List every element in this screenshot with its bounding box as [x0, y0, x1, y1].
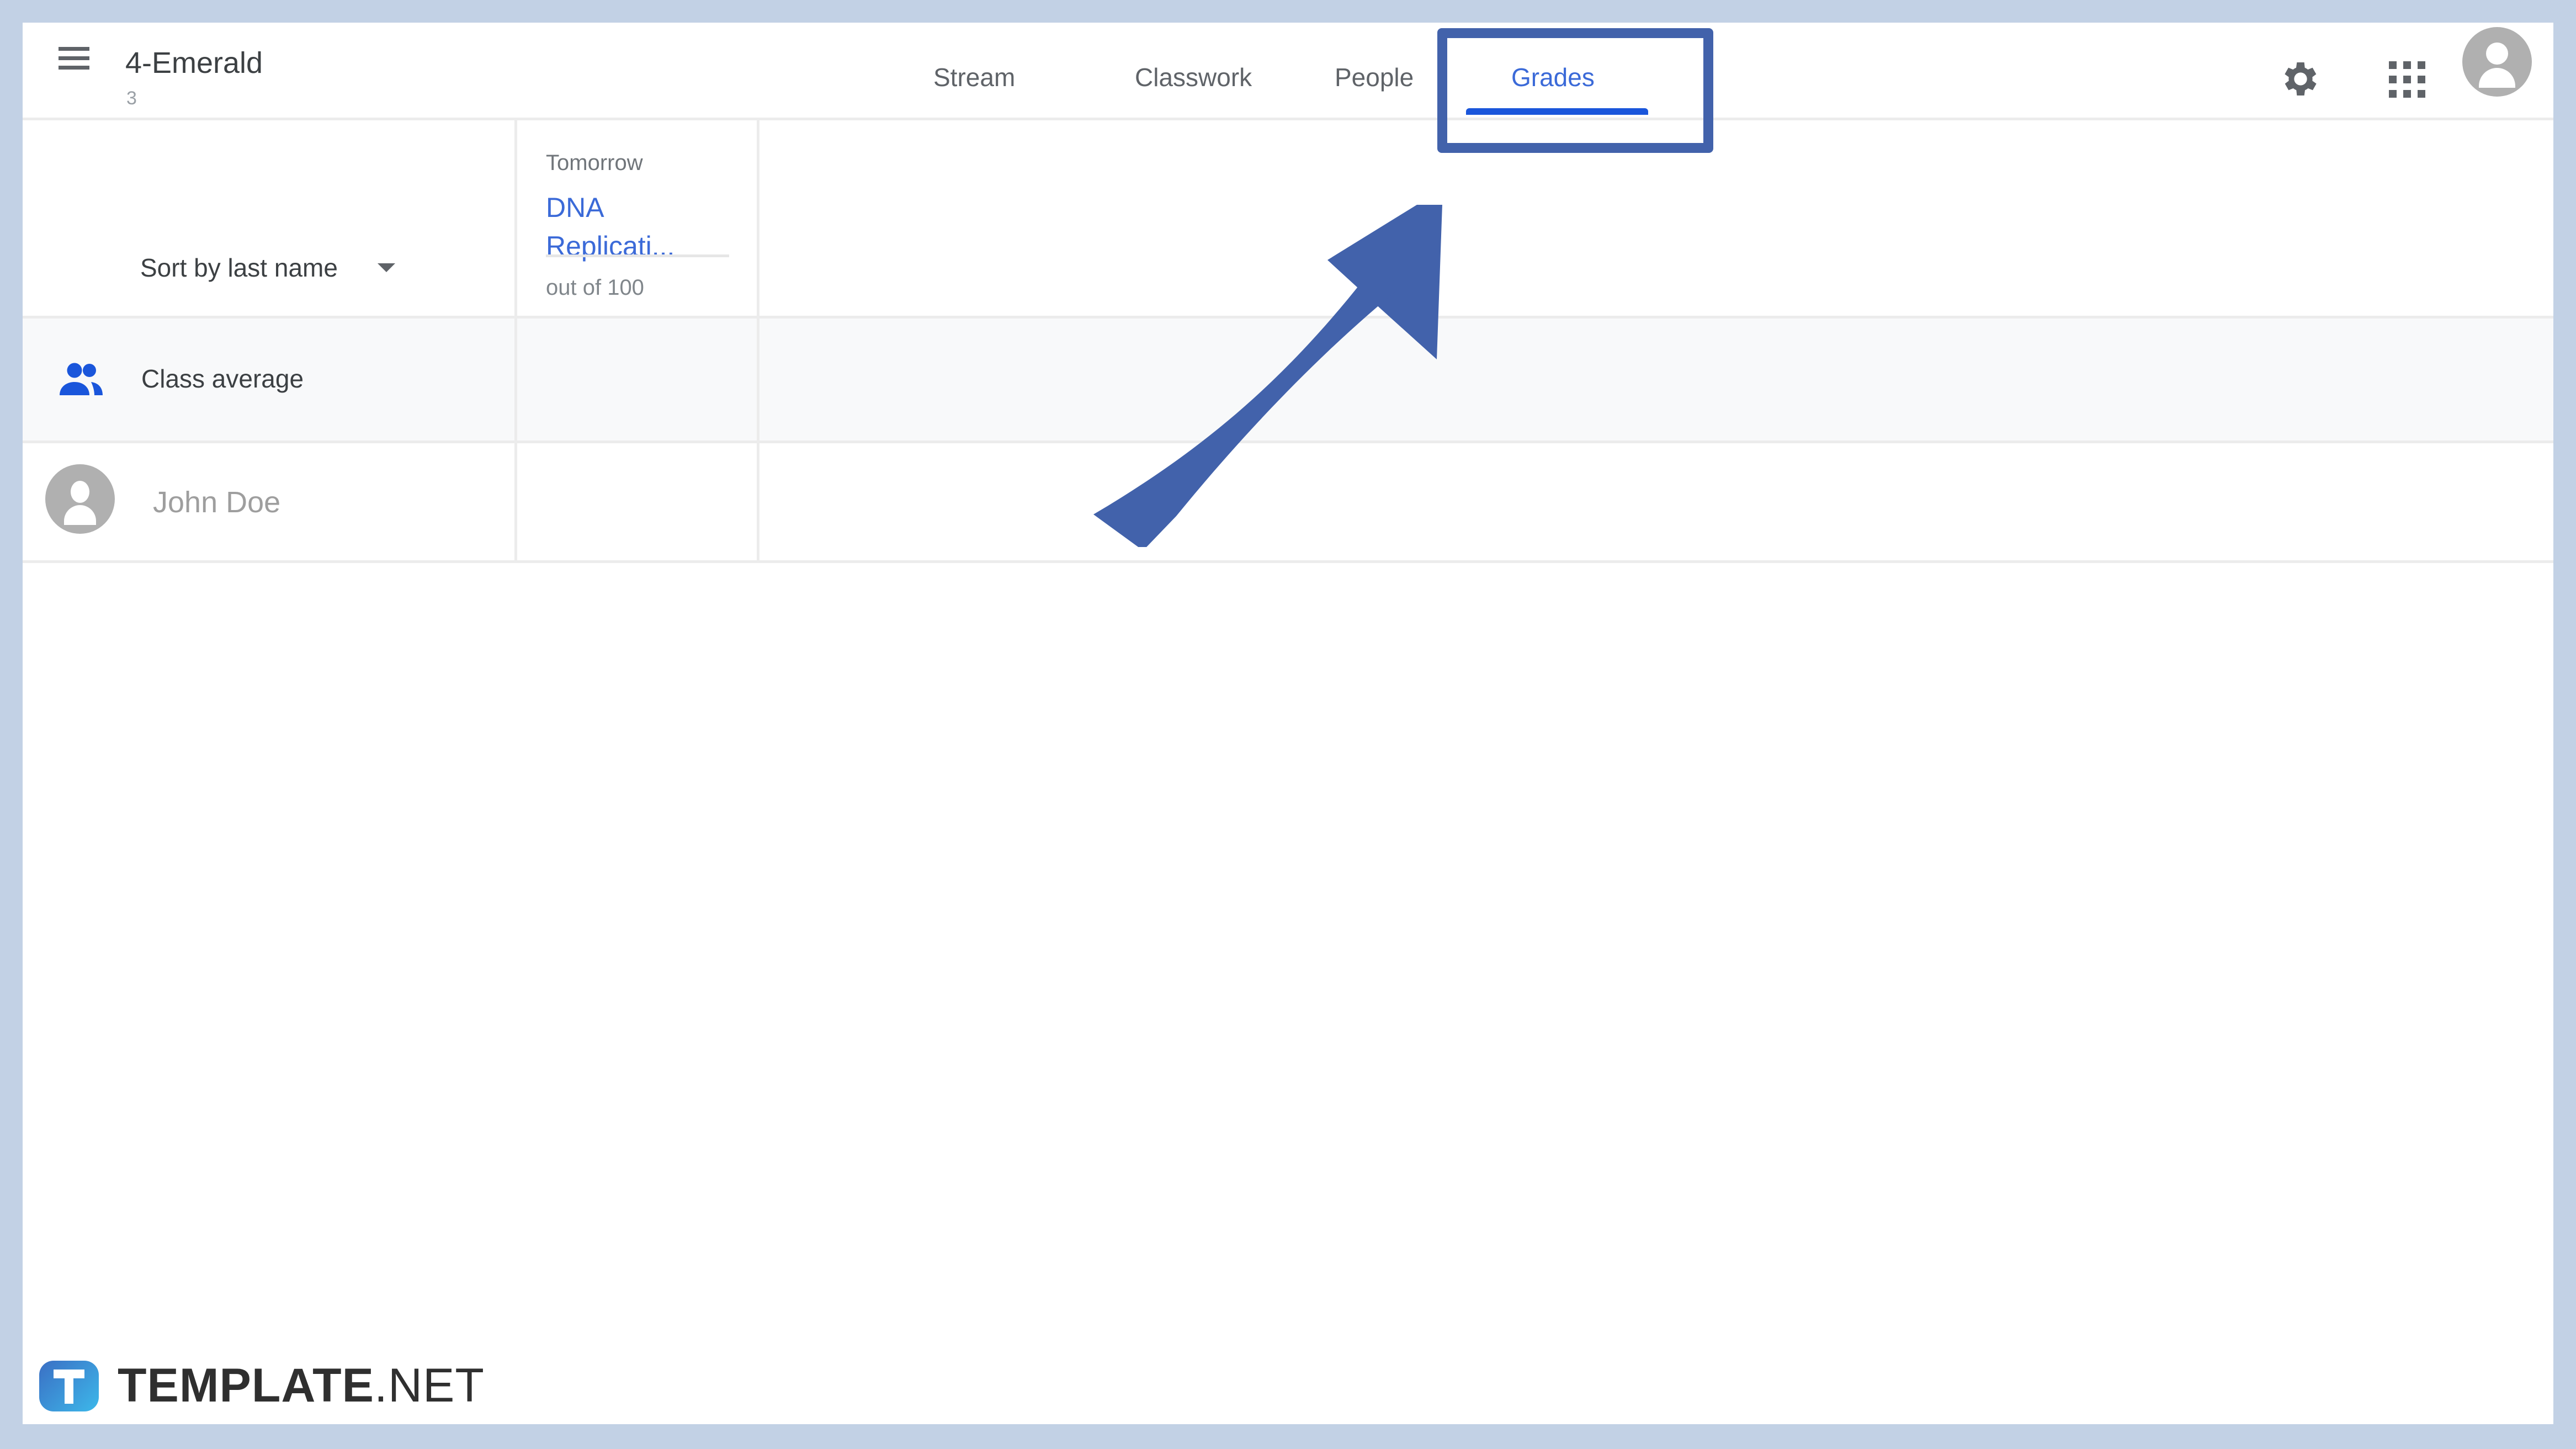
settings-gear-icon[interactable] [2278, 57, 2323, 101]
classroom-page: 4-Emerald 3 Stream Classwork People Grad… [23, 23, 2553, 1424]
class-group-icon [58, 360, 104, 397]
class-average-label: Class average [141, 364, 304, 393]
template-logo-icon [39, 1360, 99, 1411]
assignment-max-points: out of 100 [546, 275, 644, 300]
dropdown-caret-icon [377, 263, 395, 272]
class-section: 3 [126, 88, 137, 109]
class-name[interactable]: 4-Emerald [125, 46, 263, 80]
top-app-bar: 4-Emerald 3 Stream Classwork People Grad… [23, 23, 2553, 120]
divider [757, 120, 759, 562]
student-grade-cell[interactable] [517, 443, 757, 560]
sort-by-dropdown[interactable]: Sort by last name [140, 253, 395, 283]
assignment-due-date: Tomorrow [546, 151, 643, 175]
tab-people[interactable]: People [1335, 62, 1414, 92]
student-avatar-icon [45, 464, 115, 534]
arrow-shaft [1093, 268, 1403, 547]
student-name[interactable]: John Doe [153, 485, 280, 519]
tab-classwork[interactable]: Classwork [1135, 62, 1252, 92]
assignment-title-link[interactable]: DNA Replicati... [546, 188, 728, 266]
grades-highlight-box [1437, 28, 1713, 153]
template-net-logo: TEMPLATE.NET [39, 1358, 485, 1413]
logo-wordmark: TEMPLATE.NET [118, 1359, 485, 1412]
menu-icon[interactable] [55, 41, 93, 76]
apps-grid-icon[interactable] [2389, 61, 2425, 98]
account-avatar-icon[interactable] [2462, 27, 2532, 97]
sort-label: Sort by last name [140, 253, 338, 282]
annotation-arrow-icon [1093, 205, 1442, 547]
class-average-grade-cell [517, 319, 757, 440]
divider [23, 560, 2553, 563]
tab-stream[interactable]: Stream [933, 62, 1015, 92]
divider [546, 254, 729, 257]
